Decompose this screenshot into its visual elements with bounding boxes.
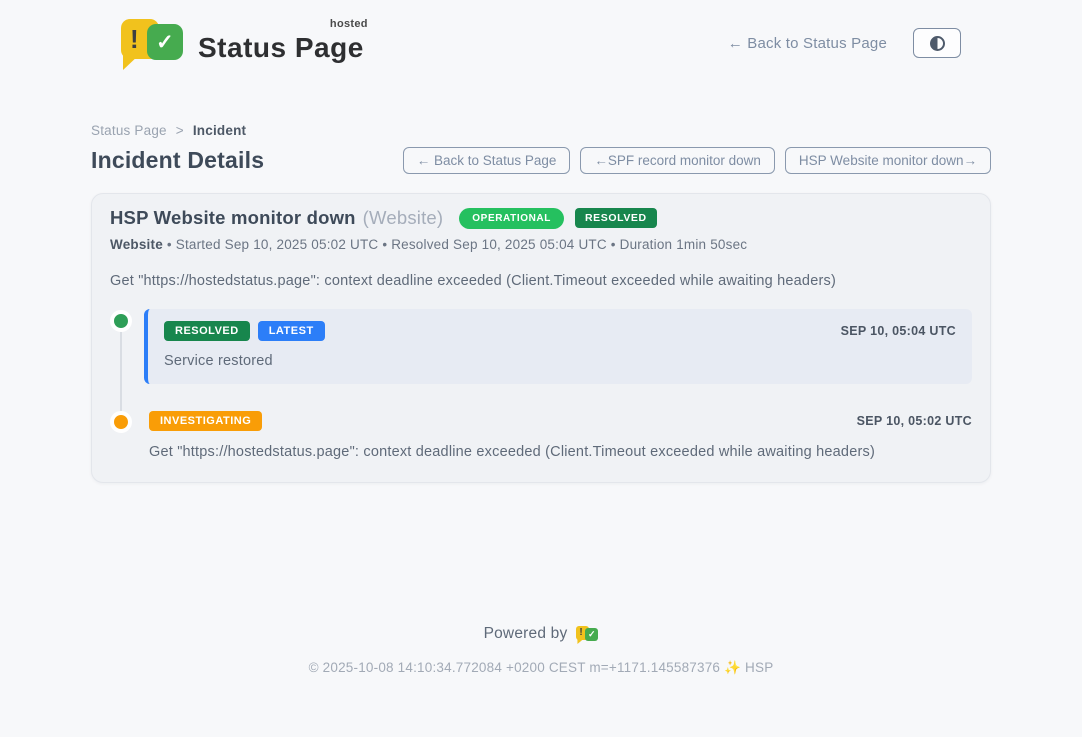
incident-title-row: HSP Website monitor down (Website) OPERA… xyxy=(110,207,972,229)
mini-exclamation-icon: ! xyxy=(579,627,583,638)
powered-by-link[interactable]: Powered by ! ✓ xyxy=(484,623,599,645)
timeline-entry-header: INVESTIGATING SEP 10, 05:02 UTC xyxy=(149,411,972,431)
checkmark-icon: ✓ xyxy=(147,24,183,60)
resolved-badge: RESOLVED xyxy=(164,321,250,341)
operational-badge: OPERATIONAL xyxy=(459,208,564,229)
status-page-logo-icon: ! ✓ xyxy=(121,17,185,69)
timeline-entry-badges: INVESTIGATING xyxy=(149,411,262,431)
next-incident-button[interactable]: HSP Website monitor down→ xyxy=(785,147,991,174)
incident-timeline: RESOLVED LATEST SEP 10, 05:04 UTC Servic… xyxy=(110,309,972,460)
brand-superscript: hosted xyxy=(330,18,368,30)
header-back-link[interactable]: ← Back to Status Page xyxy=(728,35,887,52)
incident-meta: Website • Started Sep 10, 2025 05:02 UTC… xyxy=(110,237,972,252)
timeline-dot-green xyxy=(110,310,132,332)
theme-toggle-icon xyxy=(930,36,945,51)
main-content: Status Page > Incident Incident Details … xyxy=(91,123,991,676)
breadcrumb-separator: > xyxy=(176,123,184,138)
timeline-dot-orange xyxy=(110,411,132,433)
copyright-text: © 2025-10-08 14:10:34.772084 +0200 CEST … xyxy=(91,660,991,676)
latest-badge: LATEST xyxy=(258,321,325,341)
timeline-entry-plain: INVESTIGATING SEP 10, 05:02 UTC Get "htt… xyxy=(144,410,972,460)
timeline-entry-message: Get "https://hostedstatus.page": context… xyxy=(149,444,972,460)
theme-toggle-button[interactable] xyxy=(913,28,961,58)
breadcrumb-incident: Incident xyxy=(193,123,246,138)
timeline-entry-investigating: INVESTIGATING SEP 10, 05:02 UTC Get "htt… xyxy=(110,410,972,460)
incident-card: HSP Website monitor down (Website) OPERA… xyxy=(91,193,991,483)
back-to-status-page-button[interactable]: ← Back to Status Page xyxy=(403,147,571,174)
incident-description: Get "https://hostedstatus.page": context… xyxy=(110,273,972,289)
mini-checkmark-icon: ✓ xyxy=(585,628,598,641)
timeline-entry-timestamp: SEP 10, 05:02 UTC xyxy=(857,414,972,428)
mini-logo-icon: ! ✓ xyxy=(576,623,598,645)
investigating-badge: INVESTIGATING xyxy=(149,411,262,431)
brand-logo[interactable]: ! ✓ Status Page hosted xyxy=(121,17,364,69)
timeline-entry-timestamp: SEP 10, 05:04 UTC xyxy=(841,324,956,338)
incident-nav-buttons: ← Back to Status Page ←SPF record monito… xyxy=(403,147,991,174)
incident-meta-component: Website xyxy=(110,237,163,252)
incident-meta-details: • Started Sep 10, 2025 05:02 UTC • Resol… xyxy=(163,237,747,252)
timeline-entry-message: Service restored xyxy=(164,353,956,369)
timeline-entry-box: RESOLVED LATEST SEP 10, 05:04 UTC Servic… xyxy=(144,309,972,384)
previous-incident-button[interactable]: ←SPF record monitor down xyxy=(580,147,775,174)
page-header: ! ✓ Status Page hosted ← Back to Status … xyxy=(0,0,1082,74)
title-row: Incident Details ← Back to Status Page ←… xyxy=(91,147,991,174)
incident-title: HSP Website monitor down xyxy=(110,207,356,229)
page-footer: Powered by ! ✓ © 2025-10-08 14:10:34.772… xyxy=(91,623,991,676)
incident-component: (Website) xyxy=(363,207,444,229)
exclamation-icon: ! xyxy=(130,24,139,55)
breadcrumb-status-page[interactable]: Status Page xyxy=(91,123,167,138)
timeline-entry-resolved: RESOLVED LATEST SEP 10, 05:04 UTC Servic… xyxy=(110,309,972,384)
resolved-state-badge: RESOLVED xyxy=(575,208,657,228)
breadcrumb: Status Page > Incident xyxy=(91,123,991,138)
page-title: Incident Details xyxy=(91,147,264,174)
header-actions: ← Back to Status Page xyxy=(728,28,961,58)
brand-name: Status Page hosted xyxy=(198,17,364,64)
timeline-entry-header: RESOLVED LATEST SEP 10, 05:04 UTC xyxy=(164,321,956,341)
timeline-entry-badges: RESOLVED LATEST xyxy=(164,321,325,341)
powered-by-label: Powered by xyxy=(484,625,568,643)
mini-logo-bubble-tail xyxy=(577,639,583,644)
